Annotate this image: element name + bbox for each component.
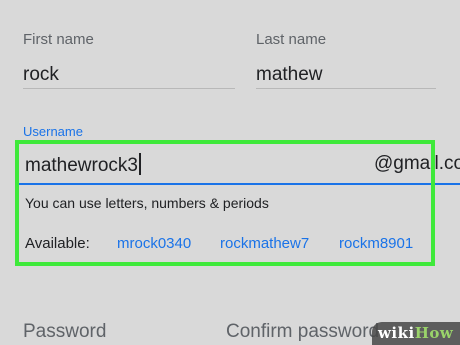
first-name-input[interactable]: rock	[23, 64, 59, 86]
last-name-label: Last name	[256, 31, 327, 48]
suggestion-link[interactable]: mrock0340	[117, 235, 191, 252]
last-name-input[interactable]: mathew	[256, 64, 323, 86]
suggestion-link[interactable]: rockmathew7	[220, 235, 309, 252]
last-name-underline	[256, 88, 436, 89]
available-label: Available:	[25, 235, 90, 252]
suggestion-link[interactable]: rockm8901	[339, 235, 413, 252]
confirm-password-label: Confirm password	[226, 321, 380, 342]
password-label: Password	[23, 321, 107, 342]
username-label: Username	[23, 124, 83, 139]
wikihow-watermark: wikiHow	[372, 322, 460, 345]
first-name-underline	[23, 88, 235, 89]
watermark-suffix: How	[414, 324, 454, 342]
username-helper-text: You can use letters, numbers & periods	[25, 195, 269, 211]
watermark-prefix: wiki	[378, 324, 415, 342]
first-name-label: First name	[23, 31, 94, 48]
